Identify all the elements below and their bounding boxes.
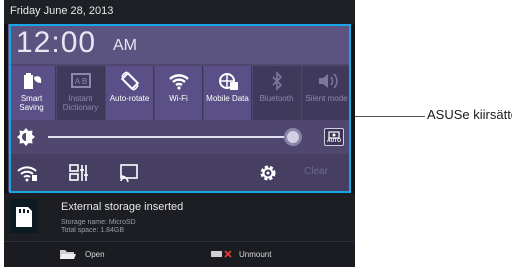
date-text: Friday June 28, 2013 [10, 5, 114, 17]
settings-gear-icon[interactable] [258, 163, 278, 188]
tile-mobile-data[interactable]: Mobile Data [204, 66, 252, 120]
tile-auto-rotate[interactable]: Auto-rotate [106, 66, 154, 120]
tile-label: Auto-rotate [109, 94, 150, 103]
mobile-data-icon [204, 71, 251, 91]
svg-text:A B: A B [74, 77, 86, 86]
wifi-settings-icon[interactable] [16, 163, 38, 188]
auto-label: AUTO [326, 138, 342, 144]
tile-silent-mode[interactable]: Silent mode [302, 66, 351, 120]
notification-title: External storage inserted [61, 201, 184, 213]
callout-leader-line [355, 116, 425, 117]
unmount-label: Unmount [239, 250, 272, 259]
unmount-icon [211, 250, 232, 258]
status-bar: Friday June 28, 2013 [4, 0, 355, 24]
open-label: Open [85, 250, 105, 259]
storage-notification[interactable]: External storage inserted Storage name: … [4, 193, 355, 241]
tile-smart-saving[interactable]: Smart Saving [8, 66, 56, 120]
tile-wifi[interactable]: Wi-Fi [155, 66, 203, 120]
auto-brightness-button[interactable]: AUTO [324, 128, 344, 146]
tile-bluetooth[interactable]: Bluetooth [253, 66, 301, 120]
tablet-screen: Friday June 28, 2013 12:00 AM Smart Savi… [4, 0, 355, 267]
clock-time: 12:00 [16, 26, 97, 59]
clear-button[interactable]: Clear [286, 160, 346, 184]
folder-icon [60, 250, 76, 259]
tile-label: Bluetooth [259, 94, 294, 103]
screen-cast-icon[interactable] [118, 162, 140, 189]
audio-wizard-icon[interactable] [68, 162, 90, 189]
battery-leaf-icon [8, 71, 55, 91]
speaker-icon [302, 71, 351, 91]
tile-label: Silent mode [305, 94, 348, 103]
storage-name-text: Storage name: MicroSD [61, 219, 136, 226]
notification-details: Storage name: MicroSD Total space: 1.84G… [61, 219, 136, 235]
wifi-icon [155, 71, 202, 91]
tile-label: Wi-Fi [169, 94, 188, 103]
dictionary-icon: A B [57, 71, 104, 91]
brightness-row: AUTO [8, 122, 351, 152]
tile-label: Instant Dictionary [62, 94, 99, 112]
callout-label: ASUSe kiirsätted [427, 107, 512, 122]
rotate-icon [106, 71, 153, 91]
brightness-icon [16, 127, 36, 152]
brightness-slider-track[interactable] [48, 136, 293, 138]
storage-total-space-text: Total space: 1.84GB [61, 227, 125, 234]
clock-ampm: AM [113, 37, 137, 54]
brightness-slider-thumb[interactable] [284, 128, 302, 146]
clock-row: 12:00 AM [8, 24, 351, 64]
sd-card-icon [10, 199, 38, 233]
quick-settings-panel: 12:00 AM Smart Saving A B Instant Dictio… [8, 24, 351, 192]
bluetooth-icon [253, 71, 300, 91]
quick-actions-row: Clear [8, 154, 351, 192]
quick-settings-tiles: Smart Saving A B Instant Dictionary Auto… [8, 66, 351, 120]
tile-label: Mobile Data [206, 94, 249, 103]
tile-label: Smart Saving [19, 94, 44, 112]
notification-actions: Open Unmount [4, 241, 355, 267]
tile-instant-dictionary[interactable]: A B Instant Dictionary [57, 66, 105, 120]
